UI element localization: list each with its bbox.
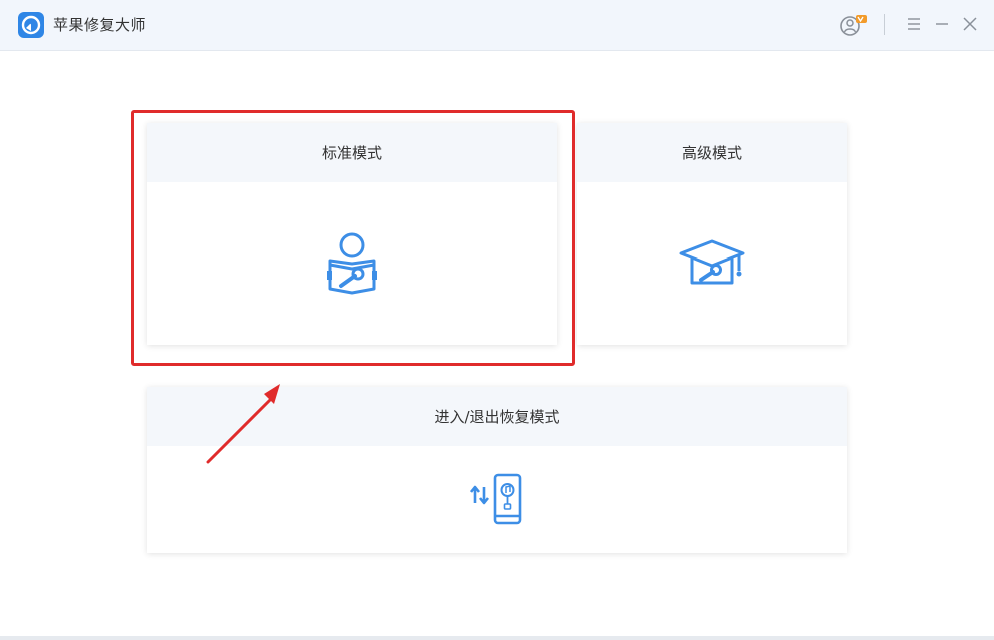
advanced-mode-label: 高级模式 [681, 144, 742, 162]
standard-mode-label: 标准模式 [321, 144, 382, 162]
app-title: 苹果修复大师 [53, 16, 147, 34]
user-vip-icon[interactable] [839, 13, 867, 37]
person-repair-book-icon [325, 231, 381, 299]
menu-icon[interactable] [905, 15, 923, 33]
minimize-icon[interactable] [933, 15, 951, 33]
title-bar: 苹果修复大师 [0, 0, 994, 51]
app-logo-icon [18, 12, 44, 38]
bottom-border [0, 636, 994, 640]
advanced-mode-header: 高级模式 [577, 123, 847, 182]
standard-mode-card[interactable]: 标准模式 [147, 123, 557, 345]
title-separator [884, 14, 885, 35]
advanced-mode-card[interactable]: 高级模式 [577, 123, 847, 345]
graduation-cap-wrench-icon [679, 237, 747, 295]
annotation-arrow-icon [200, 378, 290, 472]
close-icon[interactable] [961, 15, 979, 33]
phone-transfer-icon [469, 473, 526, 531]
recovery-mode-label: 进入/退出恢复模式 [434, 408, 560, 426]
standard-mode-header: 标准模式 [147, 123, 557, 182]
